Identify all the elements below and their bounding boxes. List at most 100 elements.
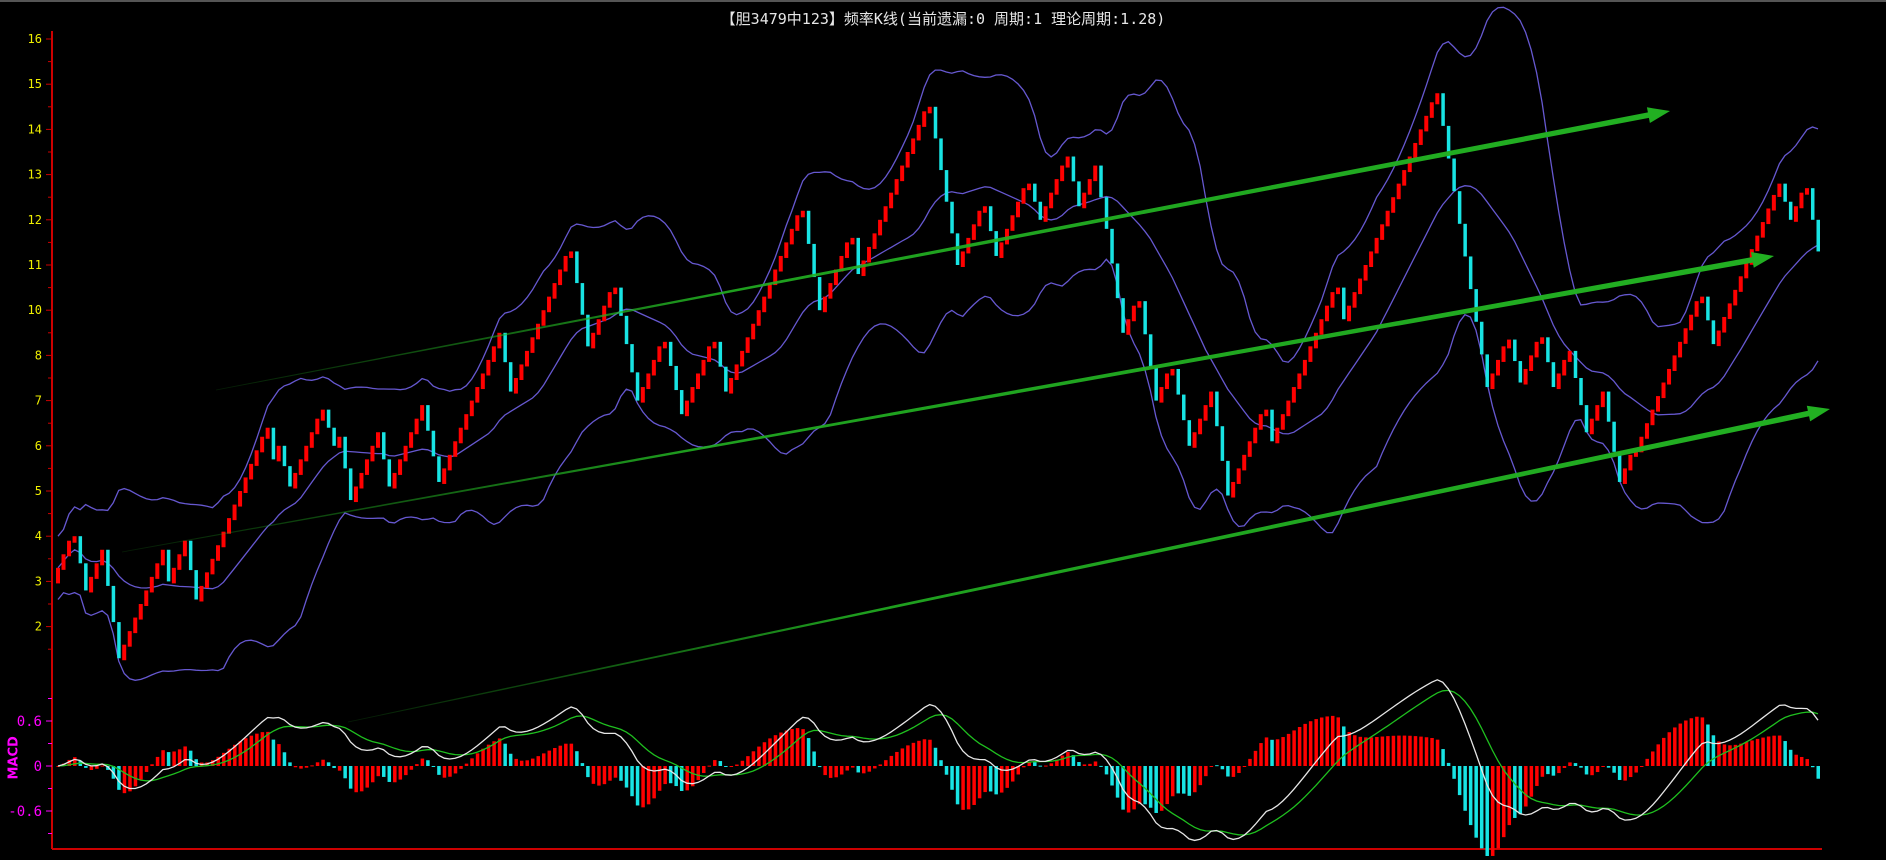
up-bar — [696, 373, 700, 390]
macd-histogram-bar — [1347, 732, 1352, 766]
up-bar — [1021, 188, 1026, 204]
price-tick-label: 13 — [28, 168, 42, 182]
down-bar — [387, 459, 392, 487]
up-bar — [922, 111, 927, 127]
macd-histogram-bar — [1402, 735, 1407, 766]
macd-histogram-bar — [1777, 735, 1782, 766]
up-bar — [1700, 296, 1705, 304]
macd-histogram-bar — [1380, 736, 1385, 766]
up-bar — [1771, 194, 1776, 211]
macd-histogram-bar — [1413, 736, 1418, 766]
up-bar — [1291, 387, 1296, 403]
macd-histogram-bar — [1215, 765, 1219, 767]
up-bar — [160, 549, 165, 566]
macd-histogram-bar — [1408, 735, 1412, 766]
macd-histogram-bar — [1198, 766, 1203, 786]
macd-histogram-bar — [806, 738, 811, 766]
macd-histogram-bar — [646, 766, 651, 805]
macd-histogram-bar — [1700, 717, 1705, 766]
down-bar — [1226, 460, 1230, 496]
up-bar — [1043, 206, 1048, 222]
up-bar — [1054, 179, 1059, 195]
macd-histogram-bar — [497, 738, 502, 766]
macd-histogram-bar — [1005, 766, 1009, 788]
macd-histogram-bar — [619, 766, 623, 781]
up-bar — [552, 283, 557, 299]
down-bar — [1110, 228, 1114, 264]
macd-histogram-bar — [1143, 766, 1147, 805]
macd-histogram-bar — [315, 762, 320, 766]
up-bar — [1027, 183, 1032, 191]
macd-histogram-bar — [365, 766, 369, 788]
up-bar — [293, 472, 298, 489]
down-bar — [84, 563, 88, 591]
macd-histogram-bar — [1226, 766, 1230, 777]
up-bar — [1363, 265, 1368, 281]
macd-histogram-bar — [530, 758, 535, 766]
down-bar — [950, 201, 954, 234]
up-bar — [778, 255, 783, 272]
up-bar — [1722, 316, 1727, 333]
macd-histogram-bar — [1678, 723, 1683, 766]
macd-histogram-bar — [735, 764, 739, 766]
down-bar — [1220, 426, 1225, 461]
up-bar — [414, 418, 419, 435]
macd-histogram-bar — [685, 766, 689, 791]
up-bar — [1170, 368, 1175, 376]
up-bar — [541, 310, 546, 326]
macd-histogram-bar — [188, 750, 193, 766]
macd-histogram-bar — [1082, 764, 1087, 766]
up-bar — [1683, 328, 1688, 344]
macd-histogram-bar — [983, 766, 987, 793]
price-tick-label: 14 — [28, 122, 42, 136]
up-bar — [1650, 409, 1655, 426]
macd-histogram-bar — [1590, 766, 1594, 776]
macd-histogram-bar — [89, 766, 94, 770]
up-bar — [353, 486, 358, 503]
up-bar — [1644, 423, 1649, 439]
down-bar — [437, 456, 441, 482]
up-bar — [1369, 251, 1374, 267]
macd-histogram-bar — [889, 755, 894, 766]
bollinger-upper-band — [57, 6, 1819, 537]
macd-histogram-bar — [337, 766, 342, 771]
macd-histogram-bar — [1595, 766, 1600, 773]
up-bar — [1347, 305, 1352, 322]
down-bar — [1457, 191, 1462, 224]
up-bar — [370, 445, 375, 462]
down-bar — [1033, 183, 1037, 202]
macd-histogram-bar — [823, 766, 827, 776]
price-tick-label: 11 — [28, 258, 42, 272]
up-bar — [1065, 156, 1070, 168]
macd-histogram-bar — [1490, 766, 1495, 856]
macd-histogram-bar — [564, 743, 568, 766]
macd-histogram-bar — [1275, 739, 1280, 766]
down-bar — [117, 622, 121, 659]
up-bar — [1656, 396, 1660, 412]
macd-histogram-bar — [321, 759, 325, 766]
macd-histogram-bar — [1148, 766, 1153, 808]
up-bar — [453, 441, 458, 457]
macd-tick-label: 0.6 — [17, 714, 42, 730]
down-bar — [1584, 405, 1589, 433]
macd-histogram-bar — [917, 740, 921, 766]
up-bar — [861, 260, 866, 277]
down-bar — [1452, 158, 1456, 192]
macd-histogram-bar — [911, 742, 916, 766]
macd-histogram-bar — [828, 766, 833, 778]
macd-histogram-bar — [790, 729, 794, 766]
up-bar — [1258, 414, 1263, 430]
macd-histogram-bar — [1606, 766, 1611, 768]
macd-histogram-bar — [426, 760, 430, 766]
up-bar — [89, 576, 94, 593]
macd-histogram-bar — [431, 766, 436, 767]
macd-histogram-bar — [1540, 766, 1545, 777]
up-bar — [900, 165, 905, 182]
down-bar — [1783, 183, 1787, 202]
up-bar — [464, 414, 469, 430]
down-bar — [282, 445, 287, 467]
down-bar — [580, 283, 585, 315]
down-bar — [1479, 321, 1484, 355]
frequency-kline-chart: 16 15 14 13 12 11 10 8 7 6 5 4 3 2 0.6 0 -0.6 — [8, 6, 1830, 856]
up-bar — [392, 472, 397, 489]
